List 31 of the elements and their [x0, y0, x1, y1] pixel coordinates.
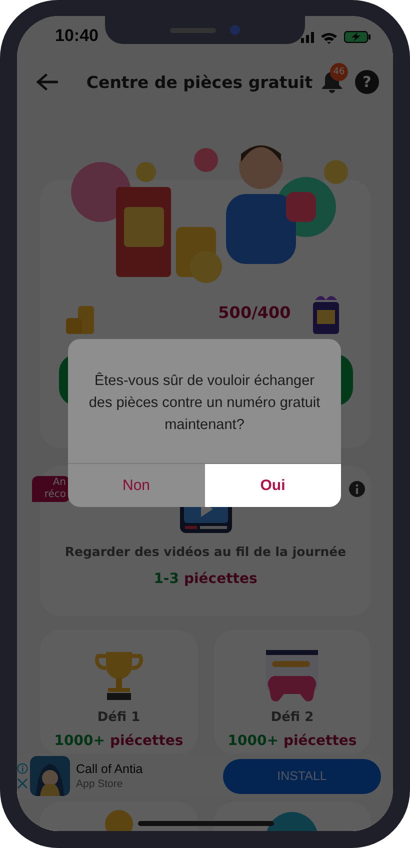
task-title: Regarder des vidéos au fil de la journée — [64, 544, 346, 559]
gamepad-window-icon — [265, 648, 320, 702]
battery-charging-icon — [344, 31, 371, 43]
challenge-card[interactable]: Défi 1 1000+ piécettes — [40, 630, 198, 754]
install-button[interactable]: INSTALL — [223, 758, 381, 794]
reward-unit: piécettes — [110, 733, 184, 749]
app-name: Call of Antia — [76, 762, 144, 776]
reward-unit: piécettes — [184, 571, 258, 587]
challenge-title: Défi 1 — [97, 710, 140, 725]
info-icon[interactable] — [349, 481, 365, 497]
app-icon — [30, 756, 70, 796]
confirm-button[interactable]: Oui — [204, 464, 341, 507]
info-icon[interactable] — [17, 763, 28, 774]
notification-count: 46 — [330, 63, 348, 81]
help-button[interactable]: ? — [355, 70, 379, 94]
page-title: Centre de pièces gratuit — [85, 72, 314, 92]
close-icon[interactable] — [17, 778, 28, 789]
cancel-button[interactable]: Non — [68, 464, 204, 507]
signal-icon — [301, 31, 314, 43]
wifi-icon — [321, 30, 337, 44]
video-player-icon — [178, 506, 232, 534]
dialog-message: Êtes-vous sûr de vouloir échanger des pièces contre un numéro gratuit maintenant? — [88, 371, 322, 435]
reward-amount: 1000+ — [228, 733, 278, 749]
reward-amount: 1-3 — [154, 571, 179, 587]
back-arrow-icon[interactable] — [36, 73, 58, 91]
status-time: 10:40 — [55, 26, 98, 46]
challenge-card[interactable]: Défi 2 1000+ piécettes — [214, 630, 371, 754]
reward-amount: 1000+ — [54, 733, 105, 749]
recommended-badge: An réco — [32, 476, 70, 502]
challenge-title: Défi 2 — [270, 710, 314, 725]
reward-unit: piécettes — [283, 733, 357, 749]
